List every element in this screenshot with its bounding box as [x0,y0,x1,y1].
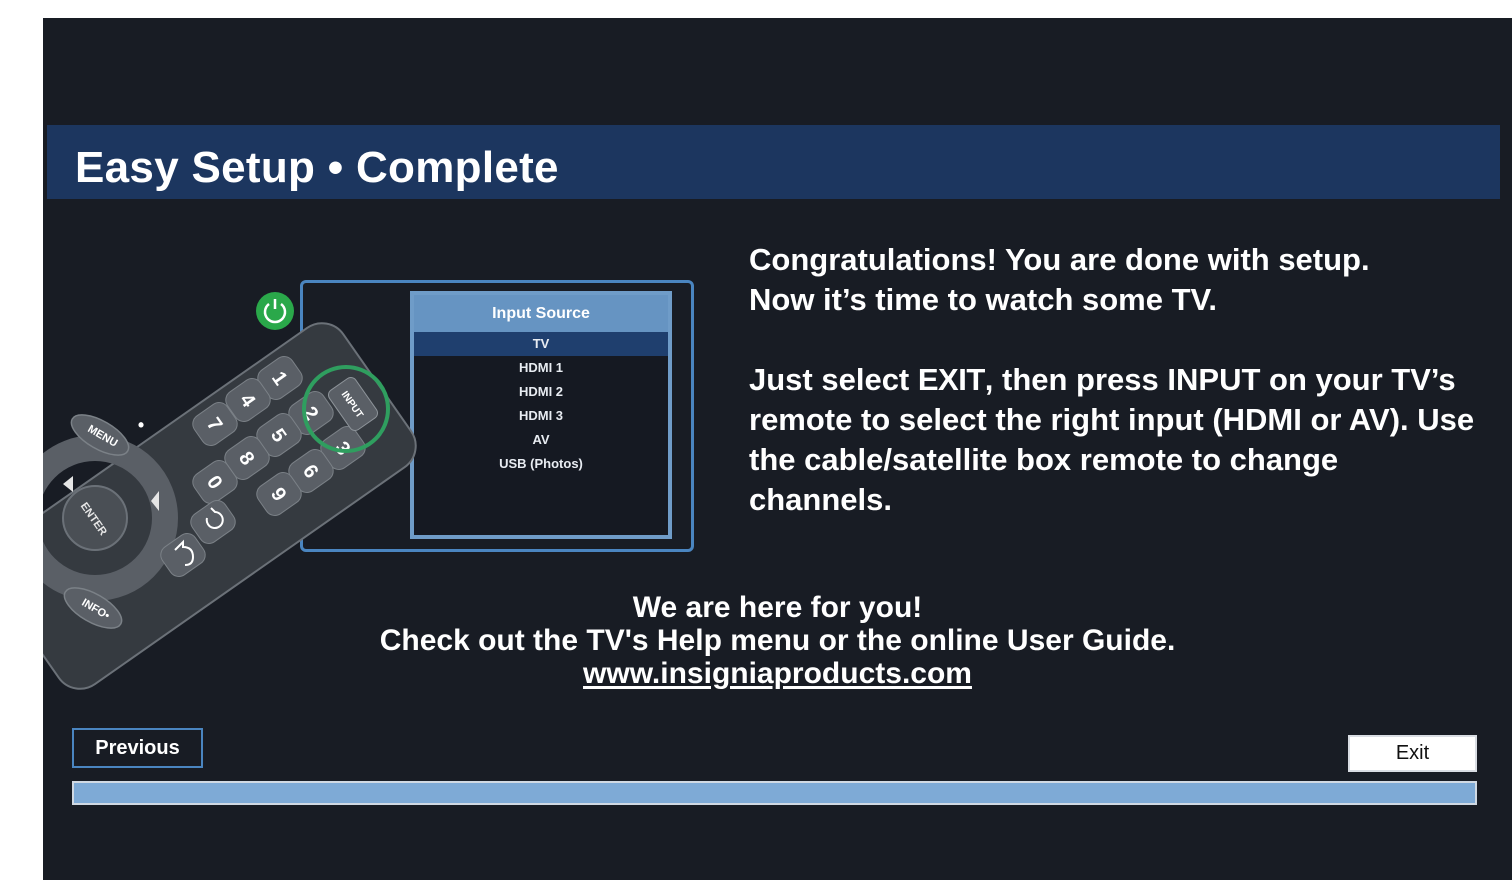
completion-message: Congratulations! You are done with setup… [749,240,1489,520]
setup-screen: Easy Setup • Complete Input Source TV HDM… [43,18,1512,880]
number-key-7: 7 [192,402,238,446]
input-source-title: Input Source [414,295,668,332]
input-source-list: TV HDMI 1 HDMI 2 HDMI 3 AV USB (Photos) [414,332,668,476]
input-key-hotspot[interactable] [313,368,383,448]
number-key-8: 8 [224,436,270,480]
help-section: We are here for you! Check out the TV's … [43,591,1512,690]
number-key-label: 8 [234,448,258,470]
menu-key [70,414,130,456]
number-key-9: 9 [256,472,302,516]
return-key [190,500,236,544]
dpad-arrow-icon [63,476,73,492]
input-source-item: USB (Photos) [499,456,583,471]
help-headline: We are here for you! [632,591,923,624]
menu-key-label: MENU [85,423,119,450]
dpad-ring [43,435,178,601]
input-source-item: HDMI 1 [518,360,564,375]
input-source-menu: Input Source TV HDMI 1 HDMI 2 HDMI 3 AV USB (… [410,291,672,539]
support-link[interactable]: www.insigniaproducts.com [583,657,972,690]
setup-progress-bar [72,781,1477,805]
back-key [160,533,206,577]
number-key-label: 4 [235,390,260,412]
help-text: Check out the TV's Help menu or the onli… [379,624,1176,657]
enter-key-label: ENTER [78,500,109,537]
instructions-paragraph: Just select EXIT, then press INPUT on yo… [749,360,1489,520]
dpad-arrow-icon [151,491,159,511]
congrats-line-2: Now it’s time to watch some TV. [749,282,1217,317]
input-source-item: HDMI 2 [518,384,564,399]
number-key-5: 5 [256,413,302,457]
instructions-lead: Just select [749,362,918,397]
previous-button[interactable]: Previous [72,728,203,768]
input-source-item: TV [414,332,668,356]
number-key-0: 0 [192,460,238,504]
exit-button[interactable]: Exit [1348,735,1477,772]
input-source-item: AV [532,432,550,447]
back-icon [174,539,195,566]
number-key-label: 0 [202,472,226,494]
dot-key-label: • [138,415,144,435]
return-icon [205,507,224,529]
number-key-label: 7 [202,414,226,436]
number-key-label: 9 [266,484,290,506]
number-key-label: 1 [267,368,291,390]
power-button [256,292,294,330]
input-source-item: HDMI 3 [518,408,564,423]
exit-keyword: EXIT [917,362,985,397]
number-key-4: 4 [225,378,271,422]
number-key-label: 5 [266,425,290,447]
congrats-paragraph: Congratulations! You are done with setup… [749,240,1489,320]
number-key-1: 1 [257,356,303,400]
page-title: Easy Setup • Complete [75,143,559,192]
title-bar: Easy Setup • Complete [47,125,1500,199]
progress-fill [74,783,1475,803]
power-icon [263,299,287,324]
congrats-line-1: Congratulations! You are done with setup… [749,242,1370,277]
